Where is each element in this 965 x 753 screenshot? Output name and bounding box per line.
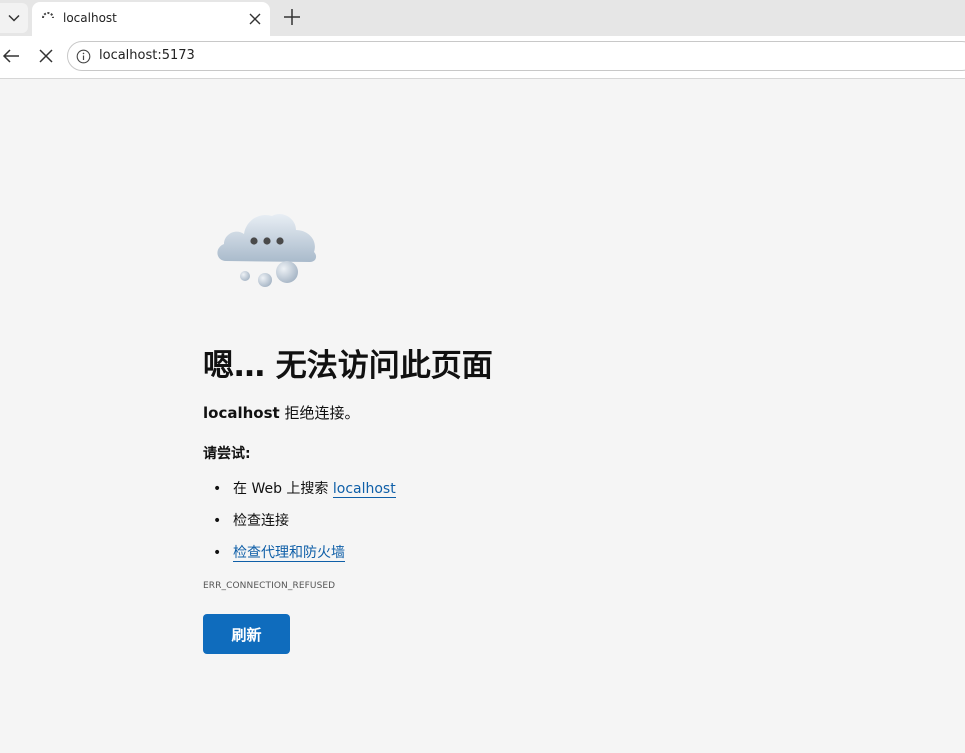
bullet: • [213,513,222,529]
suggestion-text: 检查连接 [233,513,289,529]
reason-text: 拒绝连接。 [279,404,360,422]
close-icon[interactable] [246,10,264,28]
page-title: 嗯… 无法访问此页面 [203,348,493,384]
search-localhost-link[interactable]: localhost [332,481,396,498]
error-page: 嗯… 无法访问此页面 localhost 拒绝连接。 请尝试: • 在 Web 上… [0,78,965,753]
host-name: localhost [203,404,280,422]
tab-list-button[interactable] [0,3,28,33]
url-text: localhost:5173 [99,48,195,63]
cloud-icon [217,213,317,287]
tab-strip: localhost [0,0,965,36]
tab-title: localhost [63,11,117,25]
back-arrow-icon[interactable] [0,45,22,67]
plus-icon[interactable] [280,5,304,29]
loading-spinner-icon [42,12,54,19]
chevron-down-icon [8,14,20,22]
refresh-button[interactable]: 刷新 [203,614,290,654]
bullet: • [213,481,222,497]
address-bar[interactable]: localhost:5173 [67,41,965,71]
error-code: ERR_CONNECTION_REFUSED [203,581,336,591]
suggestion-text: 在 Web 上搜索 [233,481,333,497]
tab-localhost[interactable]: localhost [32,2,270,36]
bullet: • [213,545,222,561]
info-icon[interactable] [76,49,91,64]
try-label: 请尝试: [203,446,251,462]
suggestion-check-connection: • 检查连接 [213,510,289,530]
check-proxy-firewall-link[interactable]: 检查代理和防火墙 [233,545,345,562]
suggestion-search-web: • 在 Web 上搜索 localhost [213,478,396,498]
error-reason: localhost 拒绝连接。 [203,402,359,423]
toolbar: localhost:5173 [0,36,965,79]
stop-icon[interactable] [36,46,56,66]
suggestion-check-proxy-firewall: • 检查代理和防火墙 [213,542,345,562]
